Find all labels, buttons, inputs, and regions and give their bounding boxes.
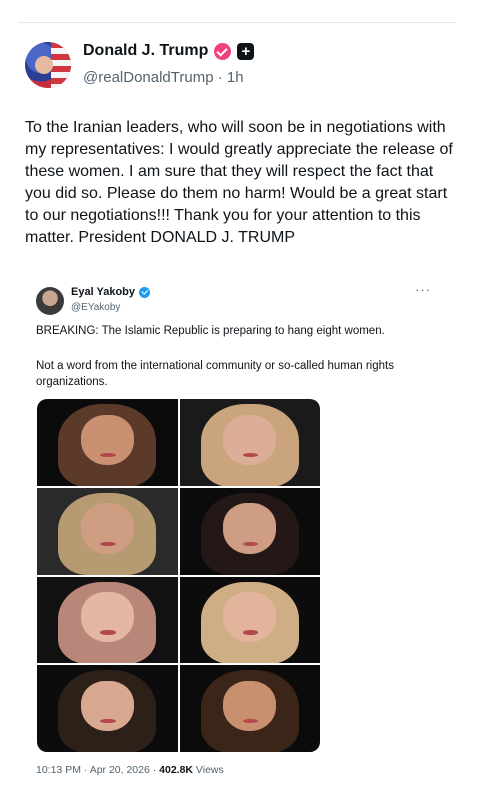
post-time[interactable]: 1h [227, 69, 244, 86]
photo-face [223, 414, 277, 465]
quoted-author-handle[interactable]: @EYakoby [71, 302, 120, 313]
avatar-flag-stripes [51, 42, 71, 88]
photo-8[interactable] [179, 665, 320, 752]
photo-1[interactable] [37, 399, 178, 486]
author-handle-row: @realDonaldTrump · 1h [83, 69, 244, 86]
photo-6[interactable] [179, 576, 320, 664]
author-name-row: Donald J. Trump + [83, 42, 255, 60]
quoted-text-body: Not a word from the international commun… [36, 360, 394, 388]
photo-face [80, 503, 134, 554]
photo-lips [100, 630, 116, 635]
views-label: Views [193, 764, 224, 776]
divider [18, 22, 455, 23]
photo-2[interactable] [179, 399, 320, 486]
views-count: 402.8K [159, 764, 194, 776]
photo-5[interactable] [37, 576, 178, 664]
previous-post-edge [0, 0, 479, 24]
quoted-post[interactable]: Eyal Yakoby @EYakoby ··· BREAKING: The I… [23, 272, 453, 787]
post-text: To the Iranian leaders, who will soon be… [25, 119, 453, 246]
photo-lips [242, 541, 259, 546]
more-options-icon[interactable]: ··· [415, 282, 431, 297]
photo-3[interactable] [37, 487, 178, 575]
photo-lips [100, 452, 116, 458]
photo-7[interactable] [37, 665, 178, 752]
avatar-face [35, 56, 53, 74]
verified-badge-icon [214, 42, 232, 60]
separator-dot: · [217, 69, 227, 86]
post-meta: 10:13 PM · Apr 20, 2026 · 402.8K Views [36, 764, 224, 776]
author-handle[interactable]: @realDonaldTrump [83, 69, 214, 86]
post-header: Donald J. Trump + @realDonaldTrump · 1h [25, 40, 445, 92]
photo-4[interactable] [179, 487, 320, 575]
timestamp[interactable]: 10:13 PM · Apr 20, 2026 · [36, 764, 159, 776]
author-name[interactable]: Donald J. Trump [83, 42, 208, 60]
photo-face [80, 592, 134, 643]
photo-face [223, 503, 277, 554]
photo-face [80, 680, 134, 732]
photo-face [80, 414, 134, 465]
photo-grid [37, 399, 320, 752]
blue-verified-icon [139, 286, 151, 298]
quoted-avatar[interactable] [36, 287, 64, 315]
photo-face [223, 592, 277, 643]
avatar[interactable] [25, 42, 71, 88]
photo-face [223, 680, 277, 732]
photo-lips [100, 541, 116, 546]
quoted-text-breaking: BREAKING: The Islamic Republic is prepar… [36, 325, 385, 337]
photo-lips [242, 630, 259, 635]
plus-icon: + [237, 42, 255, 60]
quoted-name-row: Eyal Yakoby [71, 286, 151, 298]
quoted-author-name[interactable]: Eyal Yakoby [71, 286, 135, 298]
